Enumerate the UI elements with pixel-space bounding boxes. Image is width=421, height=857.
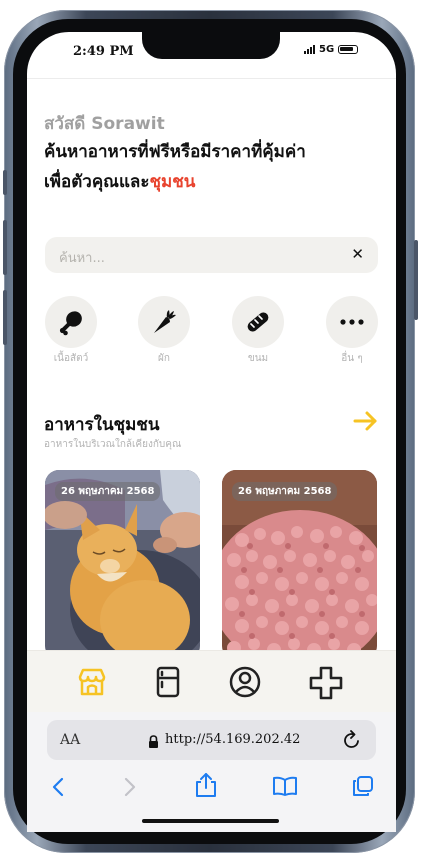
search-input[interactable]: ค้นหา... [59,247,105,268]
category-circle[interactable] [326,296,378,348]
food-card[interactable]: 26 พฤษภาคม 2568 [45,470,200,660]
section-title: อาหารในชุมชน [44,415,160,435]
category-snack[interactable]: ขนม [218,296,298,366]
headline-accent: ชุมชน [149,172,196,192]
side-button [3,220,7,275]
bread-icon [247,312,269,332]
category-circle[interactable] [232,296,284,348]
category-circle[interactable] [138,296,190,348]
forward-icon[interactable] [122,776,138,802]
divider [27,78,396,79]
clear-search-icon[interactable]: ✕ [351,245,364,263]
fridge-icon[interactable] [153,666,183,702]
share-icon[interactable] [195,772,217,802]
category-label: อื่น ๆ [341,353,363,364]
headline-line1: ค้นหาอาหารที่ฟรีหรือมีราคาที่คุ้มค่า [44,142,306,162]
status-indicators: 5G [304,44,359,55]
search-bar[interactable]: ค้นหา... ✕ [45,237,378,273]
notch [142,32,280,59]
headline-line2: เพื่อตัวคุณและชุมชน [44,168,195,195]
category-circle[interactable] [45,296,97,348]
bookmarks-icon[interactable] [272,776,298,800]
tabs-icon[interactable] [352,775,374,801]
carrot-icon [154,310,176,333]
text-size-button[interactable]: AA [60,732,80,748]
address-bar[interactable]: AA http://54.169.202.42 [47,720,376,760]
url-text: http://54.169.202.42 [165,732,301,747]
back-icon[interactable] [50,776,66,802]
store-icon[interactable] [76,666,108,702]
reload-icon[interactable] [343,730,361,754]
food-card[interactable]: 26 พฤษภาคม 2568 [222,470,377,660]
drumstick-icon [59,311,82,336]
battery-icon [338,45,359,54]
headline-prefix: เพื่อตัวคุณและ [44,172,150,192]
category-vegetable[interactable]: ผัก [124,296,204,366]
date-badge: 26 พฤษภาคม 2568 [232,482,338,501]
side-button [3,290,7,345]
side-button [414,240,418,320]
status-time: 2:49 PM [73,44,134,59]
side-button [3,170,7,195]
profile-icon[interactable] [228,665,262,703]
category-label: ผัก [158,353,170,364]
category-label: เนื้อสัตว์ [53,353,89,364]
plus-icon[interactable] [308,665,344,705]
greeting: สวัสดี Sorawit [44,114,165,134]
date-badge: 26 พฤษภาคม 2568 [55,482,161,501]
lock-icon [148,733,159,752]
section-subtitle: อาหารในบริเวณใกล้เคียงกับคุณ [44,439,182,450]
category-label: ขนม [247,353,269,364]
arrow-right-icon[interactable] [353,410,379,436]
category-meat[interactable]: เนื้อสัตว์ [31,296,111,366]
signal-icon [304,45,315,54]
home-indicator [142,819,279,823]
network-label: 5G [319,44,335,55]
more-dots-icon [340,319,364,325]
category-more[interactable]: อื่น ๆ [312,296,392,366]
